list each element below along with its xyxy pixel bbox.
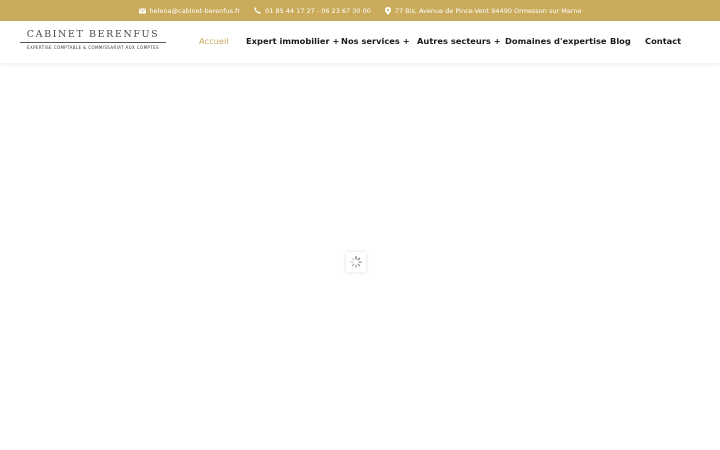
email-contact[interactable]: helena@cabinet-berenfus.fr: [138, 7, 241, 15]
address-text: 77 Bis, Avenue de Pince-Vent 94490 Ormes…: [394, 6, 582, 15]
top-contact-bar: helena@cabinet-berenfus.fr 01 85 44 17 2…: [0, 0, 720, 21]
email-text[interactable]: helena@cabinet-berenfus.fr: [150, 7, 241, 15]
envelope-icon: [138, 8, 146, 13]
site-header: CABINET BERENFUS EXPERTISE COMPTABLE & C…: [0, 21, 720, 63]
nav-item-domaines-expertise[interactable]: Domaines d'expertise: [505, 36, 607, 47]
nav-item-accueil[interactable]: Accueil: [199, 36, 229, 47]
phone-contact[interactable]: 01 85 44 17 27 - 06 23 67 30 00: [254, 7, 371, 15]
spinner-icon: [350, 256, 362, 268]
address-contact: 77 Bis, Avenue de Pince-Vent 94490 Ormes…: [384, 6, 582, 15]
nav-item-nos-services[interactable]: Nos services +: [341, 36, 410, 47]
phone-icon: [254, 7, 261, 14]
nav-item-expert-immobilier[interactable]: Expert immobilier +: [246, 36, 339, 47]
nav-item-contact[interactable]: Contact: [645, 36, 681, 47]
map-pin-icon: [384, 6, 391, 15]
phone-text[interactable]: 01 85 44 17 27 - 06 23 67 30 00: [265, 7, 371, 15]
main-nav: Accueil Expert immobilier + Nos services…: [0, 21, 720, 63]
nav-item-blog[interactable]: Blog: [610, 36, 631, 47]
nav-item-autres-secteurs[interactable]: Autres secteurs +: [417, 36, 501, 47]
page-loader: [346, 252, 366, 272]
